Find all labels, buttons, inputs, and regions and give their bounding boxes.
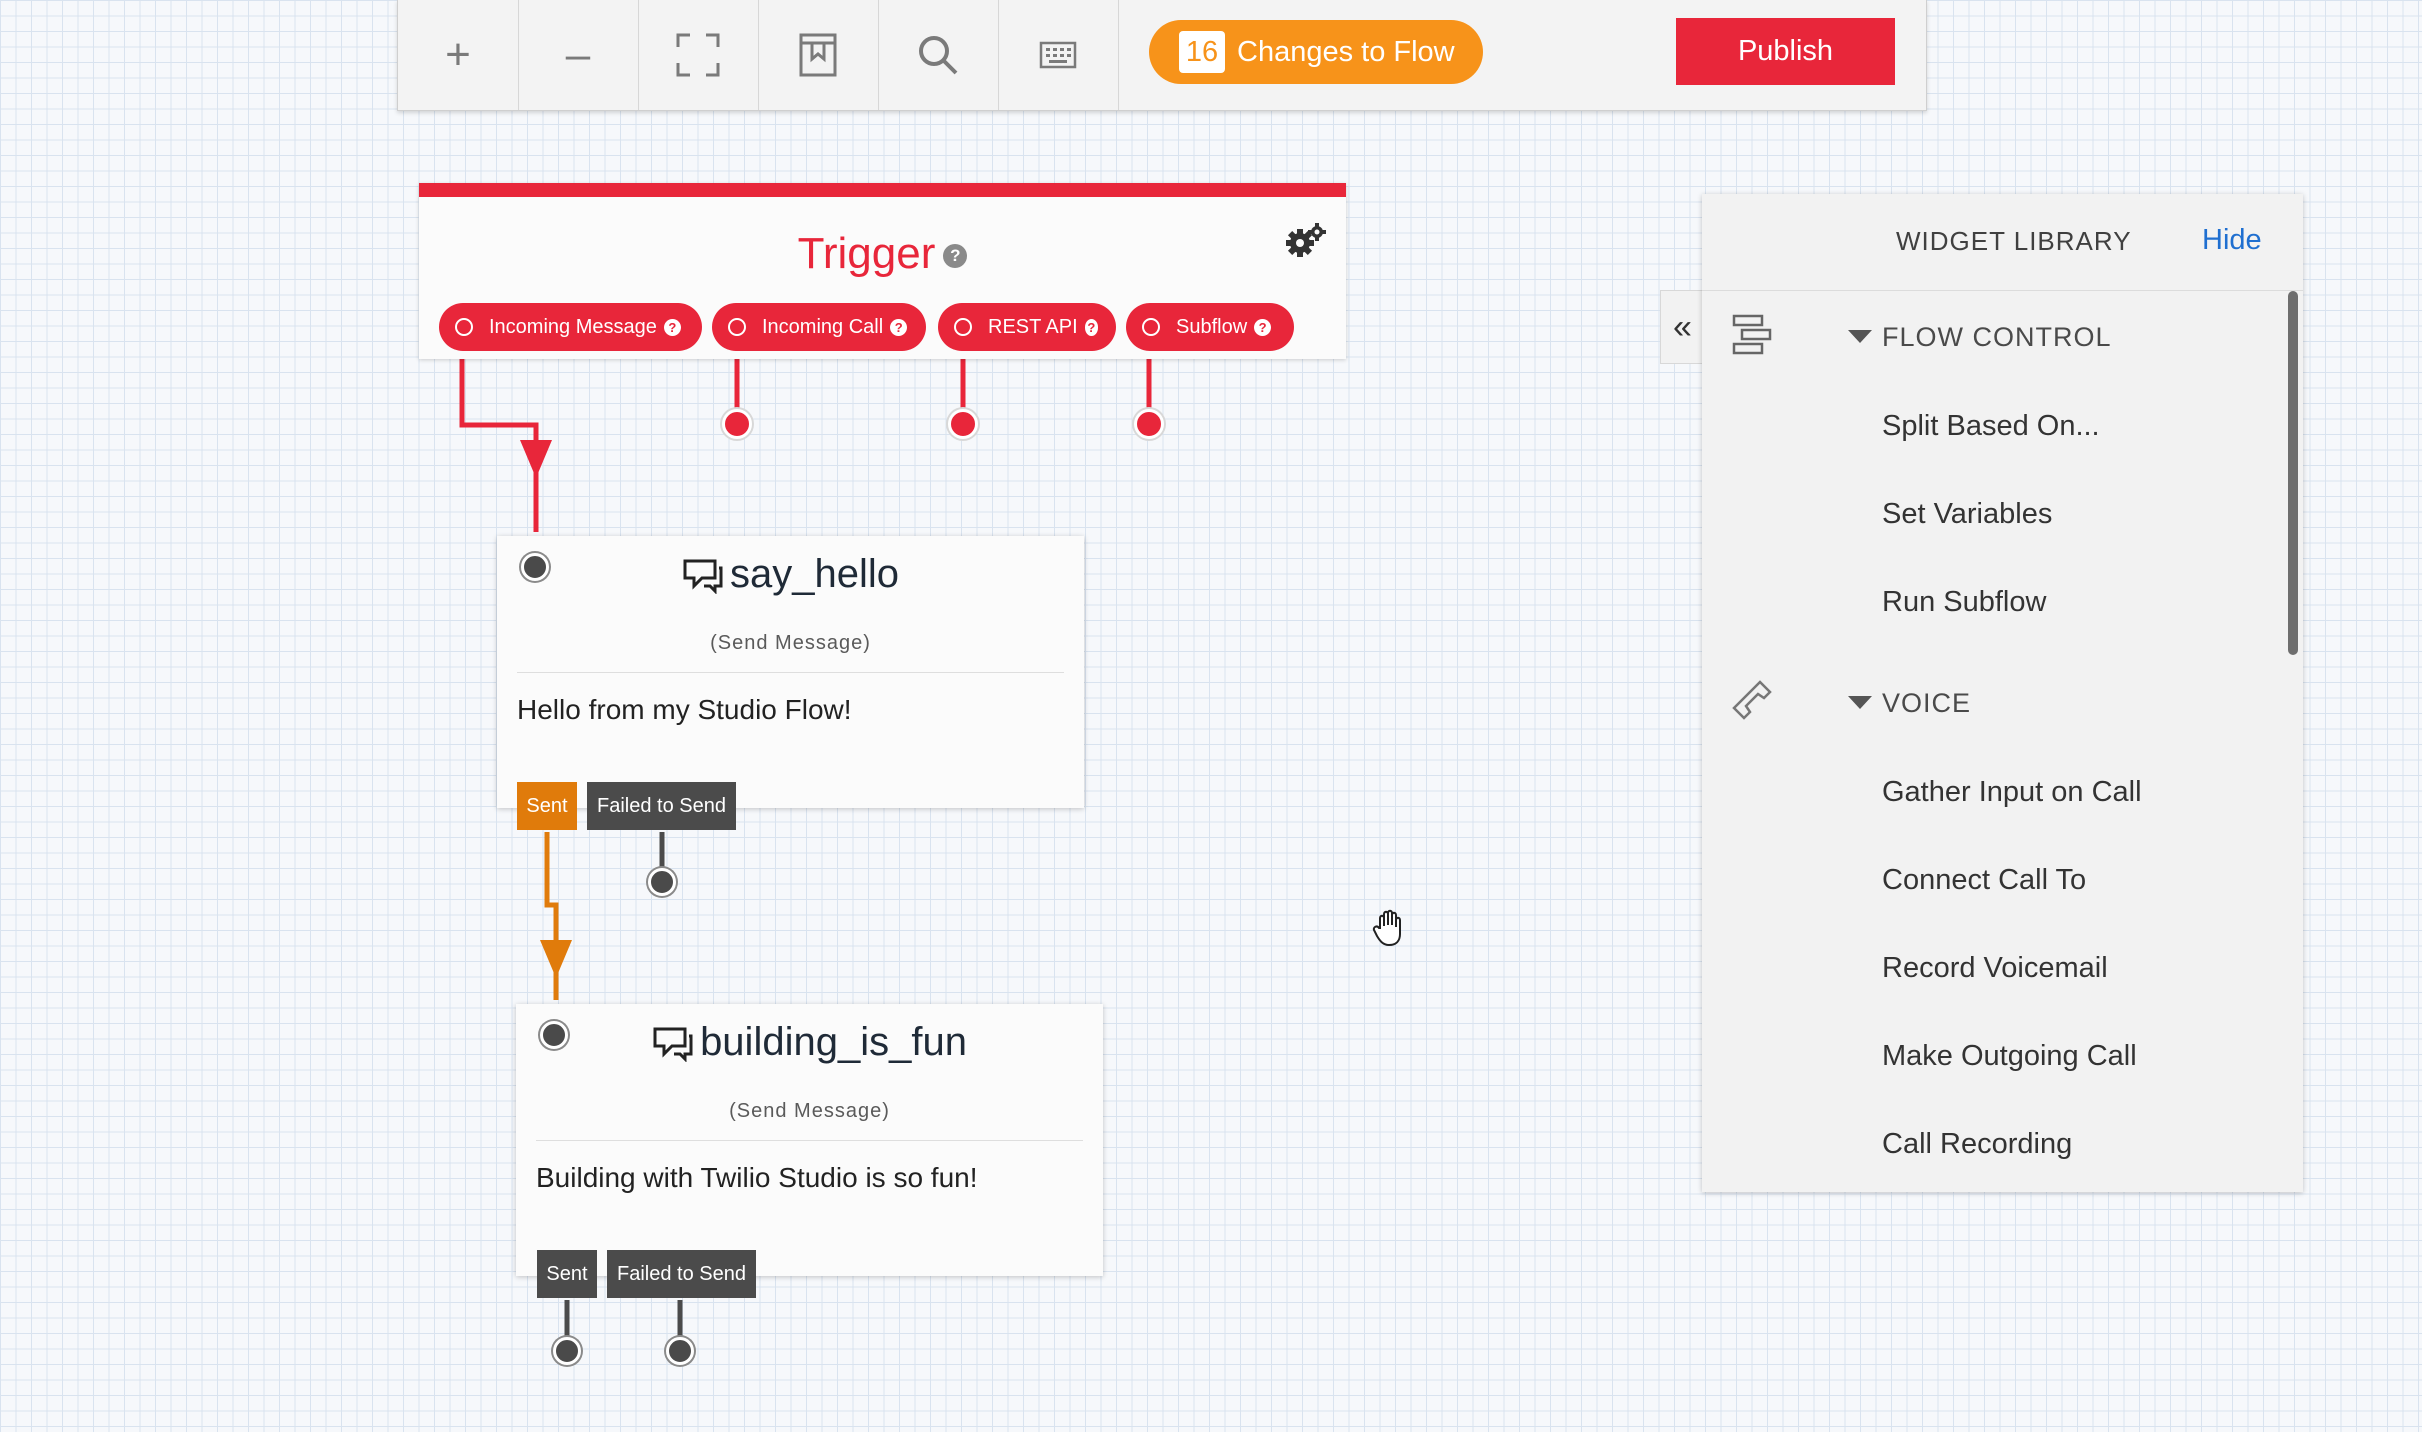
minus-icon: – [565, 30, 591, 79]
connection-dot[interactable] [553, 1337, 581, 1365]
library-header: WIDGET LIBRARY Hide [1702, 194, 2303, 291]
changes-count-badge: 16 [1179, 31, 1225, 73]
transition-incoming-call[interactable]: Incoming Call? [712, 303, 926, 351]
library-item-record-voicemail[interactable]: Record Voicemail [1882, 952, 2108, 985]
zoom-in-button[interactable]: + [398, 0, 519, 110]
chevron-down-icon [1848, 696, 1872, 709]
transition-failed-to-send[interactable]: Failed to Send [607, 1250, 756, 1298]
collapse-library-button[interactable]: « [1660, 290, 1704, 364]
chevron-down-icon [1848, 330, 1872, 343]
trigger-title: Trigger? [419, 229, 1346, 279]
message-icon [683, 559, 723, 596]
library-item-gather-input-on-call[interactable]: Gather Input on Call [1882, 776, 2142, 809]
changes-to-flow-button[interactable]: 16 Changes to Flow [1149, 20, 1483, 84]
section-flow-control[interactable]: FLOW CONTROL [1848, 322, 2112, 353]
connection-dot[interactable] [722, 409, 752, 439]
search-icon [919, 36, 958, 75]
widget-type: (Send Message) [729, 1100, 890, 1122]
bookmark-icon [799, 33, 837, 77]
widget-building-is-fun[interactable]: building_is_fun (Send Message) Building … [516, 1004, 1103, 1276]
hide-library-link[interactable]: Hide [2202, 224, 2262, 257]
library-item-make-outgoing-call[interactable]: Make Outgoing Call [1882, 1040, 2137, 1073]
radio-icon [455, 318, 473, 336]
help-icon[interactable]: ? [943, 244, 968, 269]
connection-dot[interactable] [1134, 409, 1164, 439]
phone-icon [1732, 680, 1772, 720]
publish-button[interactable]: Publish [1676, 18, 1895, 85]
toolbar: + – 16 Changes to Flow Publish [397, 0, 1927, 111]
zoom-out-button[interactable]: – [518, 0, 639, 110]
transition-sent[interactable]: Sent [537, 1250, 597, 1298]
message-icon [653, 1027, 693, 1064]
notes-button[interactable] [758, 0, 879, 110]
connection-dot[interactable] [648, 868, 676, 896]
transition-rest-api[interactable]: REST API? [938, 303, 1116, 351]
library-item-run-subflow[interactable]: Run Subflow [1882, 586, 2046, 619]
library-item-call-recording[interactable]: Call Recording [1882, 1128, 2072, 1161]
divider [536, 1140, 1083, 1141]
radio-icon [954, 318, 972, 336]
help-icon: ? [1084, 318, 1098, 336]
keyboard-icon [1039, 41, 1077, 69]
widget-title: say_hello [497, 552, 1084, 597]
help-icon: ? [663, 318, 681, 336]
widget-title: building_is_fun [516, 1020, 1103, 1065]
transition-incoming-message[interactable]: Incoming Message? [439, 303, 702, 351]
widget-say-hello[interactable]: say_hello (Send Message) Hello from my S… [497, 536, 1084, 808]
library-title: WIDGET LIBRARY [1896, 226, 2132, 256]
transition-sent[interactable]: Sent [517, 782, 577, 830]
keyboard-shortcuts-button[interactable] [998, 0, 1119, 110]
help-icon: ? [890, 318, 908, 336]
connection-dot[interactable] [666, 1337, 694, 1365]
trigger-widget[interactable]: Trigger? Incoming Message? Incoming Call… [419, 183, 1346, 359]
hand-cursor-icon [1372, 909, 1401, 947]
fullscreen-icon [676, 33, 720, 77]
radio-icon [728, 318, 746, 336]
gear-icon[interactable] [1284, 221, 1328, 261]
radio-icon [1142, 318, 1160, 336]
changes-label: Changes to Flow [1237, 35, 1455, 68]
widget-body: Hello from my Studio Flow! [517, 694, 852, 725]
widget-body: Building with Twilio Studio is so fun! [536, 1162, 978, 1193]
widget-type: (Send Message) [710, 632, 871, 654]
transition-failed-to-send[interactable]: Failed to Send [587, 782, 736, 830]
search-button[interactable] [878, 0, 999, 110]
flow-control-icon [1732, 314, 1772, 355]
connection-dot[interactable] [948, 409, 978, 439]
library-item-set-variables[interactable]: Set Variables [1882, 498, 2052, 531]
widget-library: WIDGET LIBRARY Hide FLOW CONTROL Split B… [1702, 194, 2303, 1192]
help-icon: ? [1254, 318, 1272, 336]
trigger-title-text: Trigger [797, 229, 936, 278]
transition-subflow[interactable]: Subflow? [1126, 303, 1294, 351]
plus-icon: + [445, 30, 471, 79]
library-item-connect-call-to[interactable]: Connect Call To [1882, 864, 2086, 897]
library-scrollbar[interactable] [2288, 291, 2298, 655]
library-item-split-based-on[interactable]: Split Based On... [1882, 410, 2100, 443]
divider [517, 672, 1064, 673]
section-voice[interactable]: VOICE [1848, 688, 1971, 719]
fit-to-screen-button[interactable] [638, 0, 759, 110]
